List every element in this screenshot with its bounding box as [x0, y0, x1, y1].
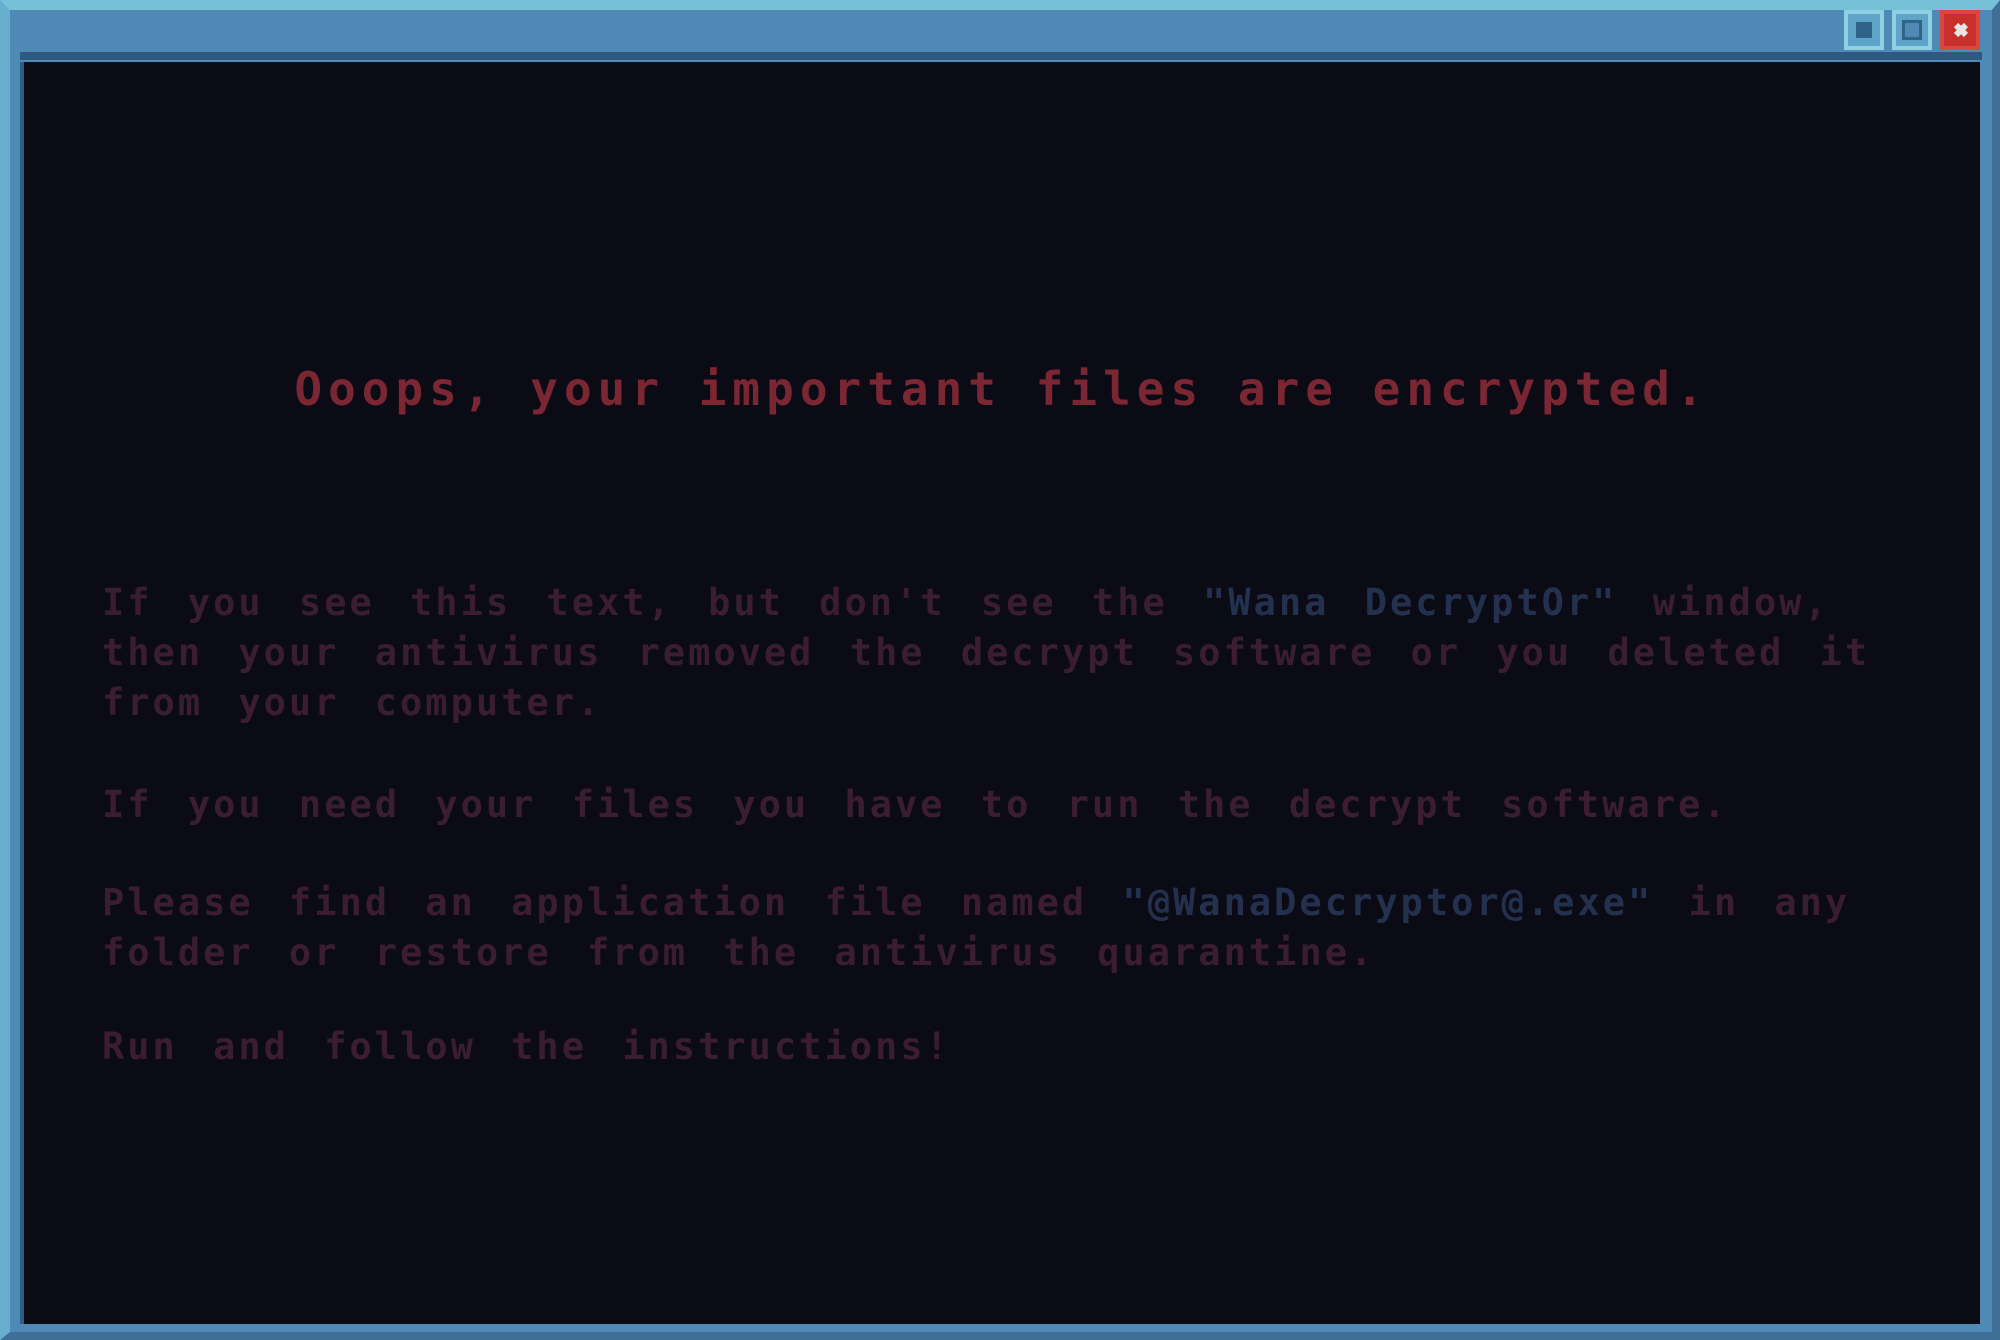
message-paragraph-2: If you need your files you have to run t… — [102, 783, 1729, 826]
message-paragraph-1: If you see this text, but don't see the … — [102, 578, 1922, 728]
message-paragraph-4: Run and follow the instructions! — [102, 1025, 951, 1068]
headline: Ooops, your important files are encrypte… — [294, 362, 1710, 416]
decryptor-file-name: "@WanaDecryptor@.exe" — [1122, 881, 1654, 924]
minimize-icon[interactable] — [1844, 10, 1884, 50]
maximize-icon[interactable] — [1892, 10, 1932, 50]
paragraph-3-text-start: Please find an application file named — [102, 881, 1123, 924]
close-icon[interactable] — [1940, 10, 1980, 50]
message-screen: Ooops, your important files are encrypte… — [20, 62, 1980, 1324]
window-titlebar[interactable] — [10, 10, 1992, 56]
ransom-window: Ooops, your important files are encrypte… — [0, 0, 2000, 1340]
decryptor-window-name: "Wana DecryptOr" — [1203, 581, 1618, 624]
titlebar-divider — [20, 52, 1982, 60]
paragraph-1-text-start: If you see this text, but don't see the — [102, 581, 1204, 624]
message-paragraph-3: Please find an application file named "@… — [102, 878, 1922, 978]
